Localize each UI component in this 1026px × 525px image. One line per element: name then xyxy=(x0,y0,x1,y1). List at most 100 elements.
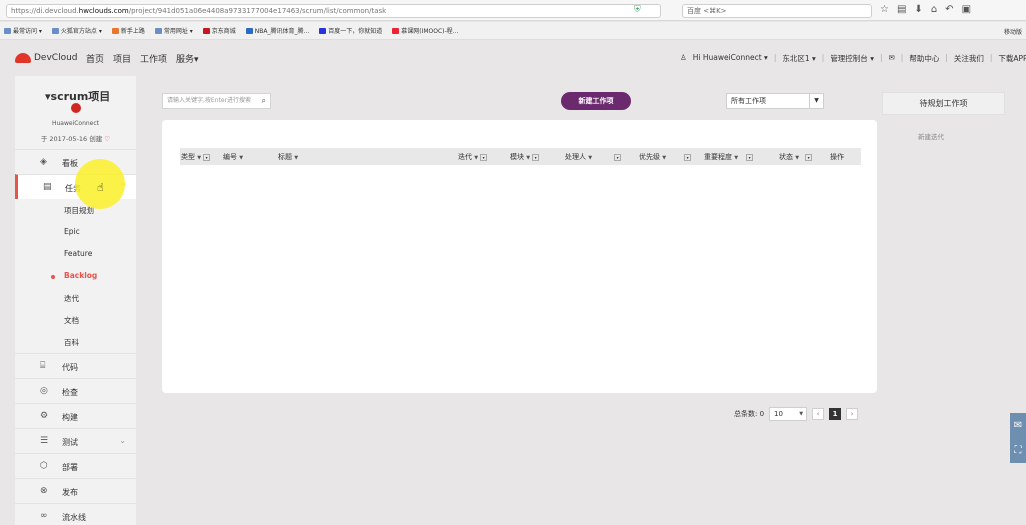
column-label: 迭代 xyxy=(458,153,472,161)
folder-icon xyxy=(4,27,11,34)
extension-icon[interactable]: ▣ xyxy=(962,4,971,15)
sidebar-subitem-feature[interactable]: Feature xyxy=(15,243,136,265)
region-menu[interactable]: 东北区1 ▾ xyxy=(782,53,815,64)
search-icon[interactable]: ⌕ xyxy=(262,94,266,108)
sidebar-subitem-wiki[interactable]: 百科 xyxy=(15,331,136,353)
sidebar-item-code[interactable]: ⌸ 代码 xyxy=(15,353,136,378)
bookmark-item[interactable]: 慕课网(IMOOC)-程... xyxy=(392,26,458,35)
nav-workitems[interactable]: 工作项 xyxy=(140,52,167,65)
bookmark-label: 最常访问 ▾ xyxy=(13,28,42,35)
url-domain: hwclouds.com xyxy=(78,7,129,15)
next-page-button[interactable]: › xyxy=(846,408,859,420)
bookmark-item[interactable]: 新手上路 xyxy=(111,26,145,35)
project-name[interactable]: ▾scrum项目 xyxy=(45,88,110,104)
shield-icon[interactable]: ⛨ xyxy=(634,5,644,16)
user-menu[interactable]: Hi HuaweiConnect ▾ xyxy=(693,53,768,64)
filter-icon[interactable]: ▾ xyxy=(805,153,813,161)
home-icon[interactable]: ⌂ xyxy=(931,4,937,15)
url-bar[interactable]: https://di.devcloud. hwclouds.com/project… xyxy=(6,4,661,18)
sidebar-item-check[interactable]: ◎ 检查 xyxy=(15,378,136,403)
document-icon: ▤ xyxy=(43,182,52,192)
active-dot-icon xyxy=(51,275,55,279)
nav-projects[interactable]: 项目 xyxy=(113,52,131,65)
code-icon: ⌸ xyxy=(40,361,46,371)
sidebar-item-build[interactable]: ⚙ 构建 xyxy=(15,403,136,428)
nba-icon xyxy=(245,27,253,34)
heart-icon[interactable]: ♡ xyxy=(104,135,110,143)
sidebar-subitem-planning[interactable]: 项目规划 xyxy=(15,199,136,221)
project-owner: HuaweiConnect xyxy=(51,120,100,127)
column-header-module[interactable]: 模块 ▼ ▾ xyxy=(510,152,540,162)
mail-icon[interactable]: ✉ xyxy=(1010,413,1026,438)
new-workitem-button[interactable]: 新建工作项 xyxy=(561,92,631,110)
bookmark-item[interactable]: 百度一下，你就知道 xyxy=(319,26,382,35)
bookmark-item[interactable]: 最常访问 ▾ xyxy=(4,26,42,35)
mobile-bookmarks[interactable]: 移动版 xyxy=(1004,27,1022,36)
current-page-button[interactable]: 1 xyxy=(829,408,842,420)
browser-toolbar: https://di.devcloud. hwclouds.com/project… xyxy=(0,0,1026,21)
prev-page-button[interactable]: ‹ xyxy=(812,408,825,420)
mail-icon[interactable]: ✉ xyxy=(889,53,895,64)
pipeline-icon: ∞ xyxy=(40,511,48,521)
sidebar-item-pipeline[interactable]: ∞ 流水线 xyxy=(15,503,136,525)
subitem-label: 百科 xyxy=(64,338,79,347)
dropdown-arrow-icon[interactable]: ▼ xyxy=(809,94,823,108)
nav-home[interactable]: 首页 xyxy=(86,52,104,65)
unplanned-workitems-button[interactable]: 待规划工作项 xyxy=(882,92,1005,115)
column-label: 优先级 xyxy=(639,153,660,161)
user-icon: ♙ xyxy=(680,53,687,62)
filter-icon[interactable]: ▾ xyxy=(480,153,488,161)
filter-icon[interactable]: ▾ xyxy=(532,153,540,161)
bookmark-item[interactable]: 火狐官方站点 ▾ xyxy=(51,26,102,35)
created-text: 于 2017-05-16 创建 xyxy=(40,135,103,143)
sidebar-item-release[interactable]: ⊗ 发布 xyxy=(15,478,136,503)
bookmark-item[interactable]: 常用网址 ▾ xyxy=(154,26,193,35)
page-size-select[interactable]: 10 ▼ xyxy=(769,407,808,421)
sort-caret-icon: ▼ xyxy=(474,155,479,161)
sidebar-subitem-iteration[interactable]: 迭代 xyxy=(15,287,136,309)
devcloud-logo[interactable]: DevCloud xyxy=(15,53,78,63)
reader-icon[interactable]: ▤ xyxy=(897,4,906,15)
filter-icon[interactable]: ▾ xyxy=(684,153,692,161)
page-size-value: 10 xyxy=(774,410,783,418)
filter-icon[interactable]: ▾ xyxy=(614,153,622,161)
workitem-filter-select[interactable]: 所有工作项 ▼ xyxy=(726,93,824,109)
divider: | xyxy=(900,53,904,62)
column-header-type[interactable]: 类型 ▼ ▾ xyxy=(181,152,211,162)
scan-icon[interactable]: ⛶ xyxy=(1010,438,1026,463)
back-icon[interactable]: ↶ xyxy=(945,4,953,15)
column-header-severity[interactable]: 重要程度 ▼ ▾ xyxy=(704,152,754,162)
sidebar-subitem-backlog[interactable]: Backlog xyxy=(15,265,136,287)
column-header-title[interactable]: 标题 ▼ xyxy=(278,152,298,162)
star-icon[interactable]: ☆ xyxy=(880,4,889,15)
filter-icon[interactable]: ▾ xyxy=(203,153,211,161)
sidebar-subitem-docs[interactable]: 文档 xyxy=(15,309,136,331)
help-link[interactable]: 帮助中心 xyxy=(909,53,939,64)
jd-icon xyxy=(202,27,210,34)
dropdown-arrow-icon: ▼ xyxy=(799,411,804,417)
sidebar-item-deploy[interactable]: ⬡ 部署 xyxy=(15,453,136,478)
download-app-link[interactable]: 下载APP xyxy=(998,53,1026,64)
sidebar-item-test[interactable]: ☰ 测试 ⌄ xyxy=(15,428,136,453)
download-icon[interactable]: ⬇ xyxy=(914,4,922,15)
column-header-status[interactable]: 状态 ▼ ▾ xyxy=(779,152,813,162)
sidebar-subitem-epic[interactable]: Epic xyxy=(15,221,136,243)
bookmark-item[interactable]: NBA_腾讯体育_腾... xyxy=(245,26,310,35)
follow-link[interactable]: 关注我们 xyxy=(954,53,984,64)
bookmark-label: NBA_腾讯体育_腾... xyxy=(254,28,310,35)
console-menu[interactable]: 管理控制台 ▾ xyxy=(830,53,874,64)
bookmark-item[interactable]: 京东商城 xyxy=(202,26,236,35)
column-header-id[interactable]: 编号 ▼ xyxy=(223,152,243,162)
column-header-iteration[interactable]: 迭代 ▼ ▾ xyxy=(458,152,488,162)
subitem-label: 文档 xyxy=(64,316,79,325)
column-header-priority[interactable]: 优先级 ▼ ▾ xyxy=(639,152,692,162)
bookmark-label: 慕课网(IMOOC)-程... xyxy=(401,28,459,35)
release-icon: ⊗ xyxy=(40,486,48,496)
browser-actions: ☆ ▤ ⬇ ⌂ ↶ ▣ xyxy=(880,4,971,15)
column-header-assignee[interactable]: 处理人 ▼ ▾ xyxy=(565,152,622,162)
new-iteration-link[interactable]: 新建迭代 xyxy=(918,131,944,141)
nav-services[interactable]: 服务▾ xyxy=(176,52,199,65)
workitem-search-input[interactable]: 请输入关键字,按Enter进行搜索 ⌕ xyxy=(162,93,271,109)
browser-search-input[interactable]: 百度 <⌘K> xyxy=(682,4,872,18)
filter-icon[interactable]: ▾ xyxy=(746,153,754,161)
